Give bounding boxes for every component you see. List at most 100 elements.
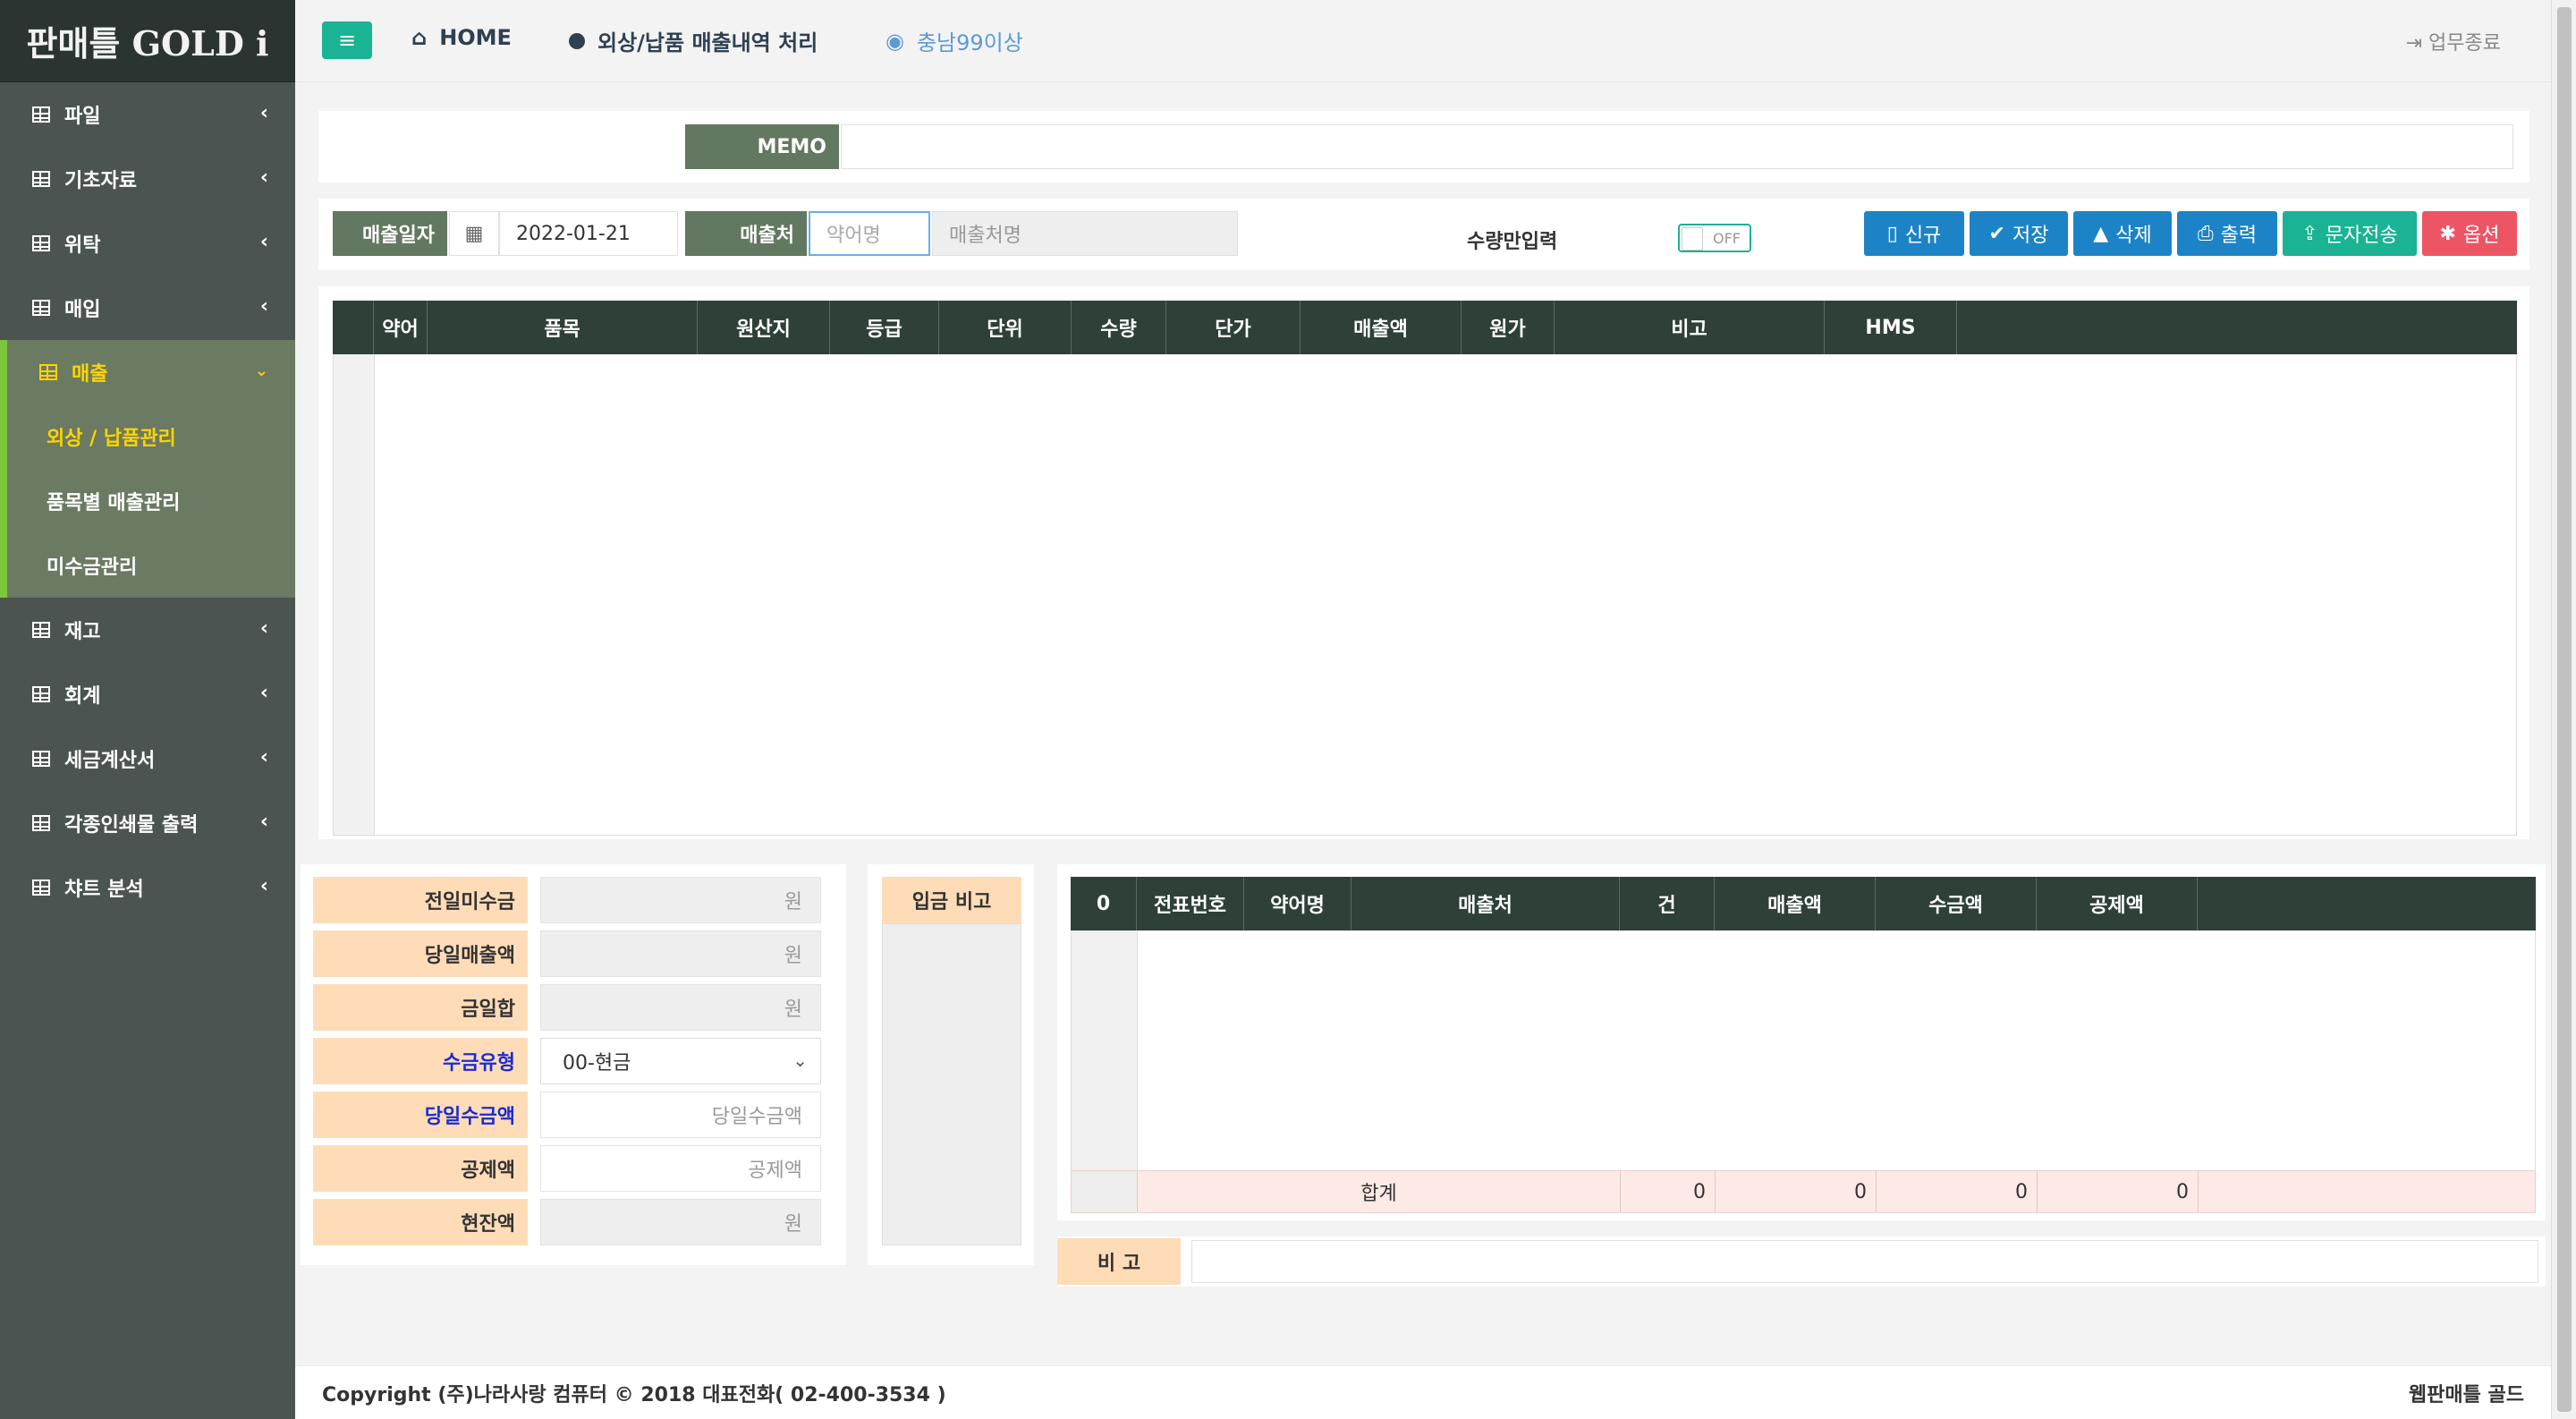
home-link[interactable]: ⌂ HOME [411,25,512,50]
warning-icon: ▲ [2093,222,2109,245]
remark-input[interactable] [1191,1240,2538,1283]
save-button-label: 저장 [2012,225,2049,247]
home-icon: ⌂ [411,25,428,50]
logout-link[interactable]: ⇥ 업무종료 [2406,27,2501,55]
total-row-header [1072,1171,1138,1212]
items-grid-row-header [334,354,375,835]
grid-icon [32,235,50,251]
user-link[interactable]: ◉ 충남99이상 [886,25,1023,56]
col-customer[interactable]: 매출처 [1352,877,1620,930]
app-logo[interactable]: 판매틀 GOLD i [0,0,295,82]
slips-total-row: 합계 0 0 0 0 [1071,1170,2536,1213]
col-hms[interactable]: HMS [1825,301,1957,354]
col-cost[interactable]: 원가 [1462,301,1555,354]
col-grade[interactable]: 등급 [830,301,939,354]
deposit-note-textarea[interactable] [882,923,1021,1245]
col-collected[interactable]: 수금액 [1876,877,2037,930]
sidebar-item-label: 위탁 [64,234,101,257]
chevron-left-icon: ‹ [259,617,268,640]
delete-button[interactable]: ▲ 삭제 [2073,211,2172,256]
calendar-icon[interactable]: ▦ [449,211,499,256]
sidebar-subitem-credit-delivery[interactable]: 외상 / 납품관리 [0,404,295,469]
sidebar-item-file[interactable]: 파일 ‹ [0,82,295,147]
sidebar-subitem-sales-by-item[interactable]: 품목별 매출관리 [0,469,295,533]
col-sales-amount[interactable]: 매출액 [1301,301,1462,354]
sidebar-item-consignment[interactable]: 위탁 ‹ [0,211,295,276]
page-title: 외상/납품 매출내역 처리 [569,25,818,56]
hamburger-icon: ≡ [337,28,357,53]
payment-type-select[interactable]: 00-현금 ⌄ [540,1038,821,1084]
col-sales-amount[interactable]: 매출액 [1715,877,1876,930]
top-navbar: ≡ ⌂ HOME 외상/납품 매출내역 처리 ◉ 충남99이상 ⇥ 업무종료 [295,0,2551,82]
items-grid[interactable] [333,301,2517,836]
customer-abbr-input[interactable]: 약어명 [809,211,930,256]
circle-icon [569,32,585,49]
chevron-down-icon: ⌄ [254,361,268,380]
sidebar-item-basic-data[interactable]: 기초자료 ‹ [0,147,295,211]
deduction-input[interactable]: 공제액 [540,1145,821,1192]
file-icon: ▯ [1886,222,1898,245]
remark-label: 비 고 [1057,1238,1181,1285]
menu-toggle-button[interactable]: ≡ [322,21,372,59]
sidebar-item-inventory[interactable]: 재고 ‹ [0,598,295,662]
sidebar-item-label: 각종인쇄물 출력 [64,814,199,837]
total-sales: 0 [1716,1171,1877,1212]
new-button[interactable]: ▯ 신규 [1864,211,1964,256]
memo-input[interactable] [841,124,2513,169]
col-origin[interactable]: 원산지 [698,301,830,354]
today-sales-label: 당일매출액 [313,930,528,977]
grid-icon [32,171,50,187]
chevron-left-icon: ‹ [259,875,268,897]
col-deduction[interactable]: 공제액 [2037,877,2198,930]
sidebar-subitem-receivables[interactable]: 미수금관리 [0,533,295,598]
col-slip-no[interactable]: 전표번호 [1137,877,1244,930]
sidebar-item-label: 회계 [64,685,101,708]
col-qty[interactable]: 수량 [1072,301,1166,354]
qty-only-toggle[interactable]: OFF [1678,224,1751,252]
qty-only-label: 수량만입력 [1467,231,1558,253]
col-unit[interactable]: 단위 [939,301,1072,354]
chevron-left-icon: ‹ [259,231,268,253]
sidebar-item-sales[interactable]: 매출 ⌄ [0,340,295,404]
sidebar-item-accounting[interactable]: 회계 ‹ [0,662,295,726]
today-sales-field: 원 [540,930,821,977]
sidebar-item-purchase[interactable]: 매입 ‹ [0,276,295,340]
col-abbr[interactable]: 약어 [374,301,428,354]
today-collected-input[interactable]: 당일수금액 [540,1092,821,1138]
deduction-label: 공제액 [313,1145,528,1192]
send-sms-button[interactable]: ⇪ 문자전송 [2283,211,2417,256]
sales-date-input[interactable]: 2022-01-21 [499,211,678,256]
save-button[interactable]: ✔ 저장 [1970,211,2068,256]
total-label: 합계 [1138,1171,1621,1212]
col-unit-price[interactable]: 단가 [1166,301,1301,354]
page-title-label: 외상/납품 매출내역 처리 [597,30,818,55]
chevron-left-icon: ‹ [259,682,268,704]
prev-unpaid-field: 원 [540,877,821,923]
total-collected: 0 [1877,1171,2038,1212]
sign-out-icon: ⇥ [2405,32,2423,55]
customer-name-input[interactable]: 매출처명 [932,211,1238,256]
grid-icon [32,686,50,702]
col-remark[interactable]: 비고 [1555,301,1825,354]
send-sms-button-label: 문자전송 [2325,225,2398,247]
options-button[interactable]: ✱ 옵션 [2422,211,2517,256]
sidebar-item-print-outputs[interactable]: 각종인쇄물 출력 ‹ [0,791,295,855]
slips-grid-row-header [1072,930,1138,1170]
scrollbar-thumb[interactable] [2557,7,2572,1412]
header-filler [2198,877,2536,930]
col-count[interactable]: 건 [1620,877,1715,930]
sidebar-item-label: 매출 [72,363,108,386]
items-grid-header: 약어 품목 원산지 등급 단위 수량 단가 매출액 원가 비고 HMS [333,301,2517,354]
print-button-label: 출력 [2220,225,2258,247]
page-scrollbar[interactable] [2551,0,2576,1419]
sidebar-item-chart-analysis[interactable]: 챠트 분석 ‹ [0,855,295,920]
sidebar-item-label: 재고 [64,621,101,643]
sidebar-item-tax-invoice[interactable]: 세금계산서 ‹ [0,726,295,791]
col-abbr-name[interactable]: 약어명 [1244,877,1352,930]
col-item[interactable]: 품목 [428,301,698,354]
total-filler [2199,1171,2535,1212]
today-collected-label: 당일수금액 [313,1092,528,1138]
sales-date-label: 매출일자 [333,211,447,256]
slips-grid-header: 0 전표번호 약어명 매출처 건 매출액 수금액 공제액 [1071,877,2536,930]
print-button[interactable]: ⎙ 출력 [2177,211,2277,256]
